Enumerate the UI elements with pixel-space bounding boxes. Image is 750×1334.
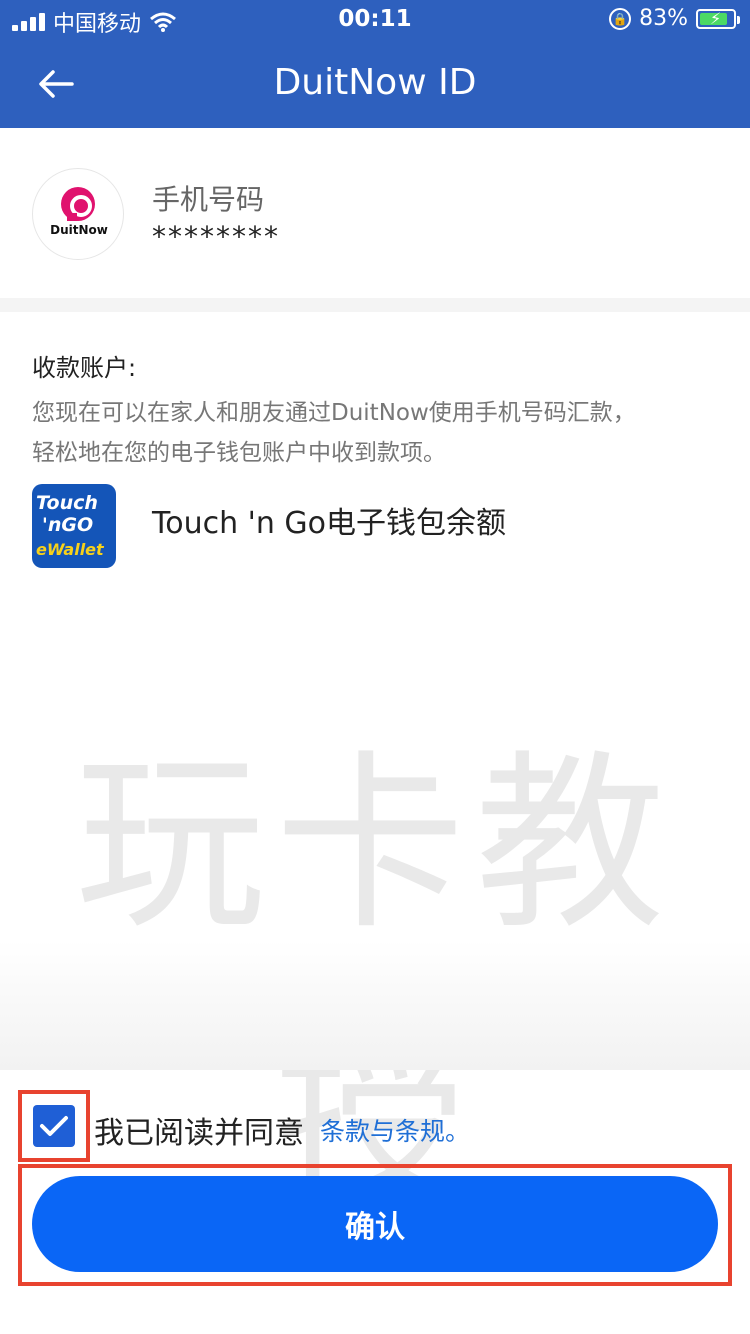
account-description-line-2: 轻松地在您的电子钱包账户中收到款项。: [32, 440, 446, 466]
checkmark-icon: [40, 1116, 68, 1136]
duitnow-logo-text: DuitNow: [50, 223, 108, 237]
agreement-checkbox-highlight: [18, 1090, 90, 1162]
rotation-lock-icon: 🔒: [609, 7, 632, 30]
page-title: DuitNow ID: [273, 62, 477, 103]
account-description-line-1: 您现在可以在家人和朋友通过DuitNow使用手机号码汇款，: [32, 400, 636, 426]
receiving-account-section: 收款账户: 您现在可以在家人和朋友通过DuitNow使用手机号码汇款， 轻松地在…: [32, 348, 722, 473]
id-value: ********: [152, 220, 280, 253]
tng-logo-text-2: 'nGO: [42, 514, 94, 536]
tng-logo-text-1: Touch: [36, 492, 98, 514]
status-right: 🔒 83% ⚡: [609, 6, 740, 31]
agreement-checkbox[interactable]: [33, 1105, 75, 1147]
duitnow-mark-icon: [61, 187, 95, 221]
duitnow-id-card: DuitNow 手机号码 ********: [0, 128, 750, 298]
agreement-text: 我已阅读并同意: [94, 1116, 304, 1151]
account-title: 收款账户:: [32, 354, 137, 382]
confirm-button[interactable]: 确认: [32, 1176, 718, 1272]
terms-link[interactable]: 条款与条规。: [320, 1112, 470, 1148]
battery-icon: ⚡: [696, 8, 740, 29]
id-type-label: 手机号码: [152, 183, 265, 216]
status-bar: 中国移动 00:11 🔒 83% ⚡: [0, 0, 750, 42]
section-divider: [0, 298, 750, 312]
wallet-row: Touch 'nGO eWallet Touch 'n Go电子钱包余额: [32, 484, 722, 568]
duitnow-logo: DuitNow: [32, 168, 124, 260]
tng-logo-text-3: eWallet: [36, 540, 104, 559]
wallet-name: Touch 'n Go电子钱包余额: [152, 506, 507, 541]
bottom-fade: [0, 940, 750, 1070]
battery-percent: 83%: [639, 6, 688, 31]
app-header: 中国移动 00:11 🔒 83% ⚡ DuitNow ID: [0, 0, 750, 128]
tng-ewallet-logo: Touch 'nGO eWallet: [32, 484, 116, 568]
